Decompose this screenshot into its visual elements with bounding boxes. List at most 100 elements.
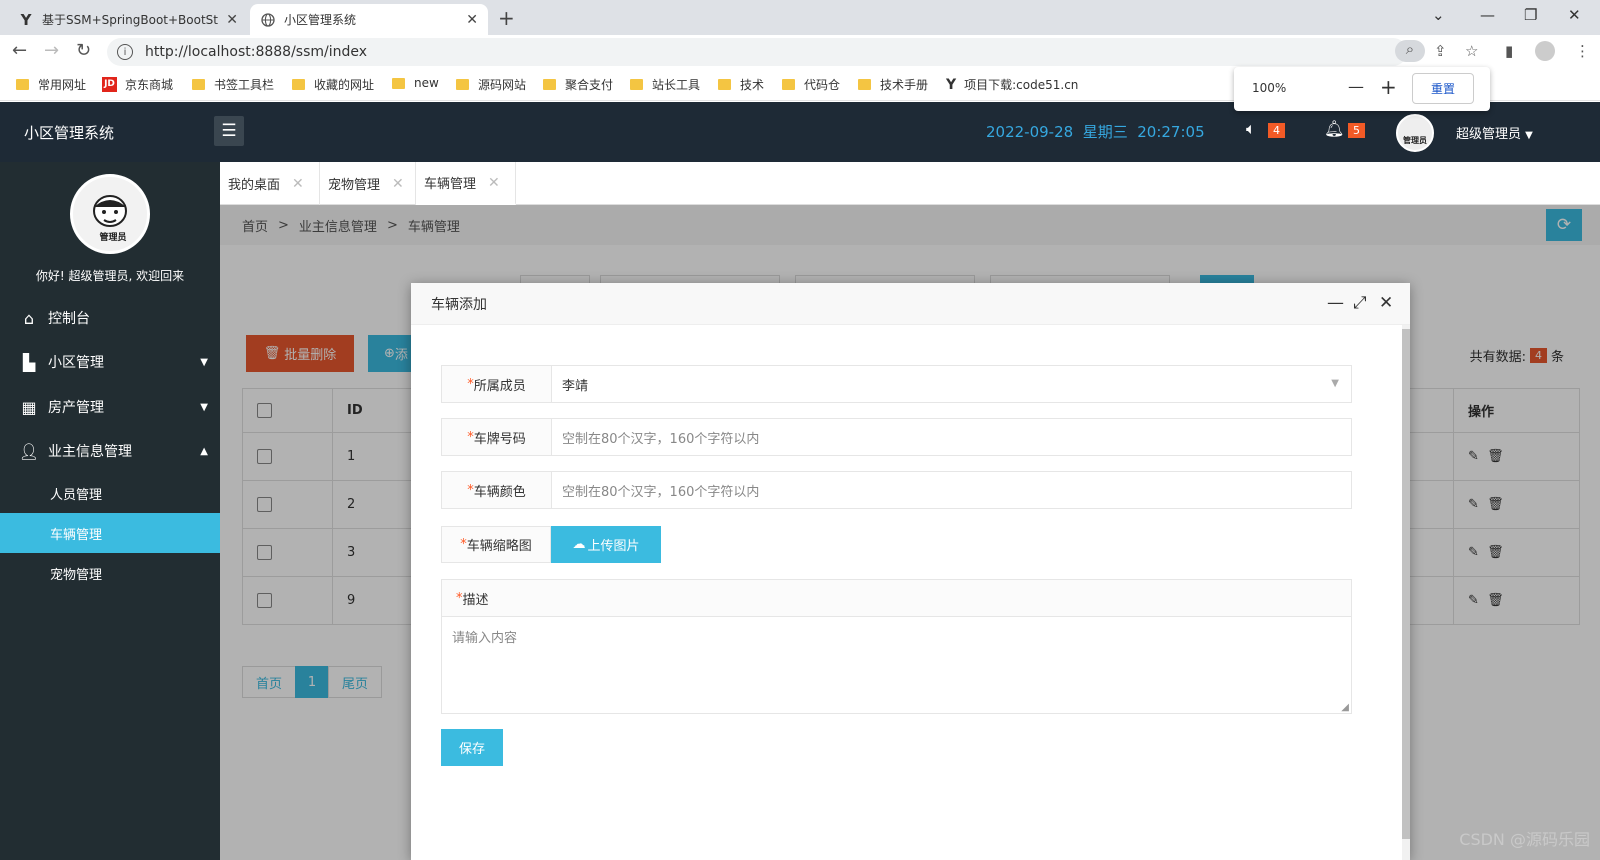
scrollbar-thumb[interactable]	[1402, 329, 1410, 839]
bookmark-item[interactable]: 技术	[718, 76, 764, 93]
speaker-icon[interactable]: 🔈︎	[1246, 119, 1256, 139]
tab-pets[interactable]: 宠物管理 ✕	[320, 162, 416, 205]
bookmark-item[interactable]: 聚合支付	[543, 76, 613, 93]
close-icon[interactable]: ✕	[466, 12, 478, 28]
address-bar[interactable]: i http://localhost:8888/ssm/index	[107, 38, 1407, 66]
more-icon[interactable]: ⋮	[1575, 42, 1590, 60]
color-label-text: 车辆颜色	[473, 484, 526, 500]
bookmark-label: 代码仓	[804, 78, 841, 92]
new-tab-button[interactable]: +	[498, 6, 515, 30]
minimize-icon[interactable]: —	[1480, 6, 1495, 24]
sidebar-item-community[interactable]: ▙ 小区管理 ▼	[0, 341, 220, 383]
bookmark-item[interactable]: 技术手册	[858, 76, 928, 93]
folder-icon	[543, 79, 556, 90]
bookmark-item[interactable]: 书签工具栏	[192, 76, 274, 93]
user-menu[interactable]: 超级管理员 ▼	[1456, 123, 1533, 142]
side-panel-icon[interactable]: ▮	[1505, 42, 1513, 60]
site-info-icon[interactable]: i	[117, 44, 133, 60]
bookmark-label: 源码网站	[478, 78, 527, 92]
zoom-in-button[interactable]: +	[1380, 75, 1397, 99]
bookmark-item[interactable]: new	[392, 76, 439, 90]
close-icon[interactable]: ✕	[488, 175, 500, 191]
header-avatar[interactable]: 管理员	[1396, 114, 1434, 152]
city-icon: ▦	[21, 397, 37, 417]
sidebar-subitem-people[interactable]: 人员管理	[0, 473, 220, 513]
desc-textarea[interactable]: 请输入内容 ◢	[441, 616, 1352, 714]
sidebar-avatar: 管理员	[70, 174, 150, 254]
bell-badge: 5	[1348, 123, 1365, 138]
maximize-icon[interactable]: ⤢	[1353, 293, 1367, 313]
bookmark-item[interactable]: Y 项目下载:code51.cn	[946, 76, 1078, 93]
tab-vehicles[interactable]: 车辆管理 ✕	[416, 162, 516, 205]
menu-toggle-icon[interactable]: ☰	[214, 116, 244, 146]
star-icon[interactable]: ☆	[1465, 42, 1478, 60]
bookmark-item[interactable]: 站长工具	[630, 76, 700, 93]
user-icon: 👤︎	[18, 441, 40, 461]
share-icon[interactable]: ⇪	[1434, 42, 1447, 60]
browser-tab-xiaoqu[interactable]: 小区管理系统 ✕	[250, 4, 488, 35]
bookmark-label: 常用网址	[38, 78, 87, 92]
bookmark-label: 技术手册	[880, 78, 929, 92]
color-field-row: * 车辆颜色 空制在80个汉字，160个字符以内	[441, 471, 1352, 509]
zoom-out-button[interactable]: —	[1348, 77, 1364, 96]
tab-search-icon[interactable]: ⌄	[1432, 6, 1445, 24]
caret-down-icon: ▼	[1525, 130, 1533, 141]
desc-label: * 描述	[441, 579, 1352, 617]
bookmark-label: 京东商城	[125, 78, 174, 92]
y-logo-icon: Y	[946, 76, 957, 93]
globe-icon	[260, 12, 276, 28]
plate-placeholder: 空制在80个汉字，160个字符以内	[562, 431, 760, 447]
thumb-label-text: 车辆缩略图	[466, 539, 532, 554]
upload-label: 上传图片	[587, 539, 640, 554]
plate-label-text: 车牌号码	[473, 431, 526, 447]
bookmark-item[interactable]: 源码网站	[456, 76, 526, 93]
bookmark-item[interactable]: 代码仓	[782, 76, 840, 93]
zoom-icon[interactable]: ⌕	[1395, 40, 1425, 62]
caret-down-icon: ▼	[200, 356, 208, 368]
owner-select[interactable]: 李靖 ▼	[552, 366, 1351, 402]
plate-input[interactable]: 空制在80个汉字，160个字符以内	[552, 419, 1351, 455]
minimize-icon[interactable]: —	[1327, 293, 1344, 313]
resize-handle-icon[interactable]: ◢	[1341, 702, 1349, 713]
folder-icon	[630, 79, 643, 90]
sidebar-item-property[interactable]: ▦ 房产管理 ▼	[0, 386, 220, 428]
datetime: 2022-09-28 星期三 20:27:05	[986, 123, 1205, 141]
tab-label: 宠物管理	[328, 178, 381, 193]
back-icon[interactable]: ←	[12, 40, 27, 61]
speaker-badge: 4	[1268, 123, 1285, 138]
sidebar-subitem-vehicles[interactable]: 车辆管理	[0, 513, 220, 553]
window-close-icon[interactable]: ✕	[1568, 6, 1581, 24]
upload-image-button[interactable]: ☁ 上传图片	[551, 526, 661, 563]
bookmark-item[interactable]: JD 京东商城	[102, 76, 173, 93]
close-icon[interactable]: ✕	[226, 12, 238, 28]
sidebar-subitem-pets[interactable]: 宠物管理	[0, 553, 220, 593]
bookmark-item[interactable]: 常用网址	[16, 76, 86, 93]
zoom-reset-button[interactable]: 重置	[1412, 73, 1474, 104]
forward-icon[interactable]: →	[44, 40, 59, 61]
reload-icon[interactable]: ↻	[76, 40, 91, 61]
caret-up-icon: ▲	[200, 445, 208, 457]
bookmark-label: 技术	[740, 78, 765, 92]
restore-icon[interactable]: ❐	[1524, 6, 1537, 24]
sidebar-item-console[interactable]: ⌂ 控制台	[0, 297, 220, 339]
browser-tab-title: 小区管理系统	[284, 13, 357, 27]
sidebar-item-owner-info[interactable]: 👤︎ 业主信息管理 ▲	[0, 430, 220, 472]
bookmark-item[interactable]: 收藏的网址	[292, 76, 374, 93]
tab-label: 我的桌面	[228, 178, 281, 193]
page-tabs: 我的桌面 ✕ 宠物管理 ✕ 车辆管理 ✕	[220, 162, 1600, 205]
close-icon[interactable]: ✕	[1379, 293, 1393, 313]
close-icon[interactable]: ✕	[392, 176, 404, 192]
dialog-title: 车辆添加	[431, 296, 487, 313]
bell-icon[interactable]: 🔔︎	[1324, 119, 1344, 138]
y-favicon-icon: Y	[20, 10, 32, 29]
dialog-scrollbar[interactable]	[1402, 325, 1410, 860]
caret-down-icon: ▼	[200, 401, 208, 413]
close-icon[interactable]: ✕	[292, 176, 304, 192]
save-button[interactable]: 保存	[441, 729, 503, 766]
browser-tab-ssm[interactable]: Y 基于SSM+SpringBoot+BootSt ✕	[8, 4, 248, 35]
profile-icon[interactable]	[1535, 41, 1555, 61]
sidebar-item-label: 业主信息管理	[48, 444, 132, 460]
tab-desktop[interactable]: 我的桌面 ✕	[220, 162, 320, 205]
color-input[interactable]: 空制在80个汉字，160个字符以内	[552, 472, 1351, 508]
avatar-caption: 管理员	[99, 233, 127, 243]
